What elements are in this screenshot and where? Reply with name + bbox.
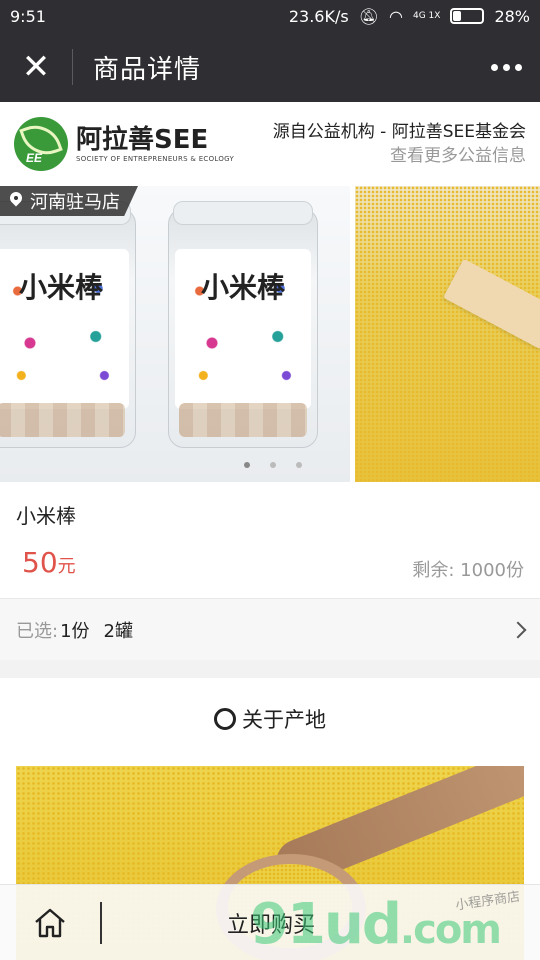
brand-banner[interactable]: EE 阿拉善SEE SOCIETY OF ENTREPRENEURS & ECO…: [0, 102, 540, 186]
jar-image: 小米棒: [168, 201, 318, 448]
price-unit: 元: [57, 556, 76, 577]
logo-sub: SOCIETY OF ENTREPRENEURS & ECOLOGY: [76, 155, 235, 163]
source-line: 源自公益机构 - 阿拉善SEE基金会: [272, 122, 526, 142]
page-title: 商品详情: [93, 54, 202, 85]
watermark-com: .com: [399, 907, 502, 953]
battery-icon: [450, 8, 485, 24]
jar-image: 小米棒: [0, 201, 136, 448]
selected-label: 已选:: [16, 620, 59, 642]
nav-divider: [72, 49, 73, 85]
millet-bar-image: [443, 258, 540, 350]
selected-qty: 1份: [60, 620, 90, 642]
gallery-slide-millet[interactable]: [355, 186, 540, 482]
brand-info: 源自公益机构 - 阿拉善SEE基金会 查看更多公益信息: [273, 120, 526, 168]
gallery-indicator: [244, 462, 302, 468]
logo-main: 阿拉善SEE: [76, 125, 209, 155]
section-heading: 关于产地: [0, 704, 540, 734]
mute-icon: 🔕︎: [358, 6, 380, 26]
indicator-dot[interactable]: [244, 462, 250, 468]
battery-percent: 28%: [494, 6, 530, 26]
signal-icon: 4G 1X: [412, 11, 441, 21]
more-icon[interactable]: [491, 63, 522, 71]
watermark-main: 91ud: [250, 892, 402, 957]
product-price: 50元: [22, 546, 76, 579]
battery-fill: [453, 11, 462, 21]
logo-text: 阿拉善SEE SOCIETY OF ENTREPRENEURS & ECOLOG…: [76, 125, 234, 163]
network-speed: 23.6K/s: [288, 6, 349, 26]
status-bar: 9:51 23.6K/s 🔕︎ ◠ 4G 1X 28%: [0, 0, 540, 32]
section-title: 关于产地: [242, 708, 326, 732]
gallery-slide-jars[interactable]: 小米棒 小米棒: [0, 186, 350, 482]
close-icon[interactable]: ✕: [0, 32, 72, 102]
status-time: 9:51: [10, 6, 46, 26]
product-name: 小米棒: [16, 504, 76, 528]
product-info: 小米棒 50元 剩余: 1000份: [0, 482, 540, 598]
nav-bar: ✕ 商品详情: [0, 32, 540, 102]
home-icon[interactable]: [0, 885, 100, 960]
more-info-link[interactable]: 查看更多公益信息: [273, 144, 526, 168]
indicator-dot[interactable]: [270, 462, 276, 468]
location-text: 河南驻马店: [30, 192, 120, 213]
wifi-icon: ◠: [389, 6, 403, 26]
product-gallery[interactable]: 小米棒 小米棒: [0, 186, 540, 482]
see-logo-icon: EE: [14, 117, 68, 171]
location-pin-icon: [10, 192, 24, 210]
selected-spec: 2罐: [103, 620, 133, 642]
indicator-dot[interactable]: [296, 462, 302, 468]
location-tag: 河南驻马店: [0, 186, 138, 216]
status-right: 23.6K/s 🔕︎ ◠ 4G 1X 28%: [289, 7, 530, 26]
circle-icon: [214, 708, 236, 730]
price-value: 50: [22, 546, 58, 579]
chevron-right-icon: [509, 621, 527, 638]
stock-remaining: 剩余: 1000份: [412, 560, 524, 581]
spec-selector[interactable]: 已选: 1份 2罐: [0, 598, 540, 660]
